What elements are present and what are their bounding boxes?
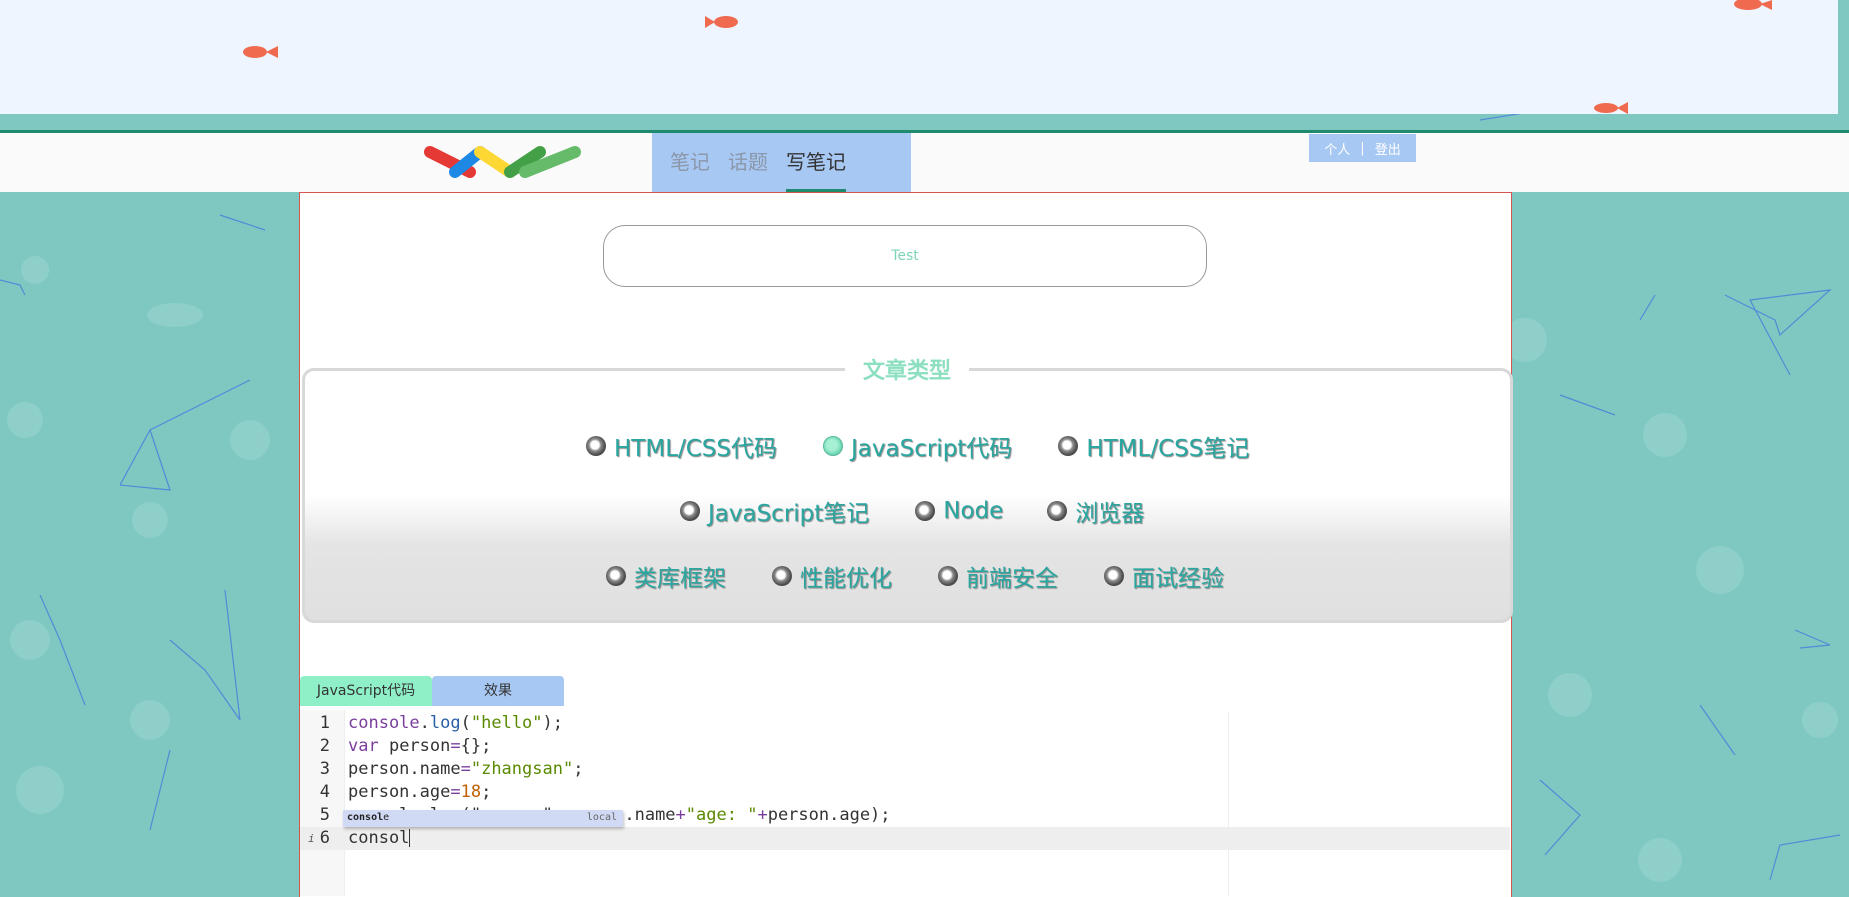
autocomplete-item[interactable]: console [347, 812, 389, 823]
autocomplete-rest: e [383, 812, 390, 823]
code-line[interactable]: 2 var person={}; [300, 735, 1510, 758]
print-margin [1228, 712, 1229, 896]
type-row-1: HTML/CSS代码 JavaScript代码 HTML/CSS笔记 [586, 429, 1295, 463]
line-number: 4 [319, 782, 330, 802]
type-option-javascript-notes[interactable]: JavaScript笔记 [680, 494, 869, 528]
type-label: HTML/CSS代码 [614, 436, 778, 462]
autocomplete-popup[interactable]: console local [343, 810, 623, 827]
line-number: 3 [319, 759, 330, 779]
radio-icon[interactable] [680, 501, 700, 521]
code-line[interactable]: 1 console.log("hello"); [300, 712, 1510, 735]
type-label: 浏览器 [1075, 501, 1145, 527]
type-label: 前端安全 [966, 566, 1058, 592]
type-label: 类库框架 [634, 566, 726, 592]
line-number: 6 [319, 828, 330, 848]
type-option-node[interactable]: Node [915, 498, 1003, 524]
text-cursor [409, 829, 411, 847]
site-logo [424, 146, 581, 178]
type-label: JavaScript笔记 [708, 501, 870, 527]
nav-tab-topics[interactable]: 话题 [728, 133, 768, 192]
line-content: consol [348, 828, 411, 848]
code-line[interactable]: 6 i consol [300, 827, 1510, 850]
code-line[interactable]: 4 person.age=18; [300, 781, 1510, 804]
note-title-input[interactable]: Test [603, 225, 1207, 287]
type-option-interview[interactable]: 面试经验 [1104, 559, 1224, 593]
type-option-security[interactable]: 前端安全 [938, 559, 1058, 593]
tab-javascript-code[interactable]: JavaScript代码 [300, 676, 432, 706]
code-editor[interactable]: 1 console.log("hello"); 2 var person={}; 3 pe… [300, 710, 1510, 896]
link-separator: | [1360, 140, 1365, 156]
type-label: Node [943, 498, 1004, 524]
profile-link[interactable]: 个人 [1324, 139, 1350, 158]
line-content: console.log("hello"); [348, 713, 564, 733]
type-label: 面试经验 [1132, 566, 1224, 592]
radio-icon[interactable] [586, 436, 606, 456]
user-links: 个人 | 登出 [1309, 134, 1416, 162]
nav-tab-notes[interactable]: 笔记 [670, 133, 710, 192]
navbar [0, 133, 1849, 192]
radio-icon[interactable] [915, 501, 936, 521]
type-label: HTML/CSS笔记 [1086, 436, 1250, 462]
radio-icon[interactable] [772, 566, 792, 586]
article-type-legend: 文章类型 [845, 354, 970, 390]
top-banner [0, 0, 1838, 114]
type-option-performance[interactable]: 性能优化 [772, 559, 892, 593]
code-line[interactable]: 3 person.name="zhangsan"; [300, 758, 1510, 781]
line-content: var person={}; [348, 736, 492, 756]
type-row-2: JavaScript笔记 Node 浏览器 [680, 494, 1190, 528]
main-nav: 笔记 话题 写笔记 [652, 133, 911, 192]
autocomplete-scope: local [586, 812, 617, 823]
tab-preview[interactable]: 效果 [432, 676, 564, 706]
radio-icon[interactable] [1104, 566, 1124, 586]
type-option-browser[interactable]: 浏览器 [1047, 494, 1144, 528]
autocomplete-match: consol [347, 812, 384, 823]
radio-checked-icon[interactable] [823, 436, 844, 456]
line-content: person.name="zhangsan"; [348, 759, 584, 779]
fish-decor [243, 0, 1772, 114]
code-tabs: JavaScript代码 效果 [300, 676, 564, 706]
radio-icon[interactable] [938, 566, 958, 586]
radio-icon[interactable] [1058, 436, 1079, 456]
line-number: 2 [319, 736, 330, 756]
type-row-3: 类库框架 性能优化 前端安全 面试经验 [606, 559, 1270, 593]
radio-icon[interactable] [606, 566, 626, 586]
nav-tab-write-note[interactable]: 写笔记 [786, 133, 846, 192]
type-label: JavaScript代码 [851, 436, 1013, 462]
type-option-javascript-code[interactable]: JavaScript代码 [823, 429, 1012, 463]
radio-icon[interactable] [1047, 501, 1068, 521]
type-option-libraries-frameworks[interactable]: 类库框架 [606, 559, 726, 593]
line-number: 5 [319, 805, 330, 825]
type-label: 性能优化 [800, 566, 892, 592]
type-option-html-css-code[interactable]: HTML/CSS代码 [586, 429, 777, 463]
info-marker-icon: i [308, 832, 315, 845]
line-content: person.age=18; [348, 782, 492, 802]
line-number: 1 [319, 713, 330, 733]
type-option-html-css-notes[interactable]: HTML/CSS笔记 [1058, 429, 1249, 463]
logout-link[interactable]: 登出 [1375, 139, 1401, 158]
